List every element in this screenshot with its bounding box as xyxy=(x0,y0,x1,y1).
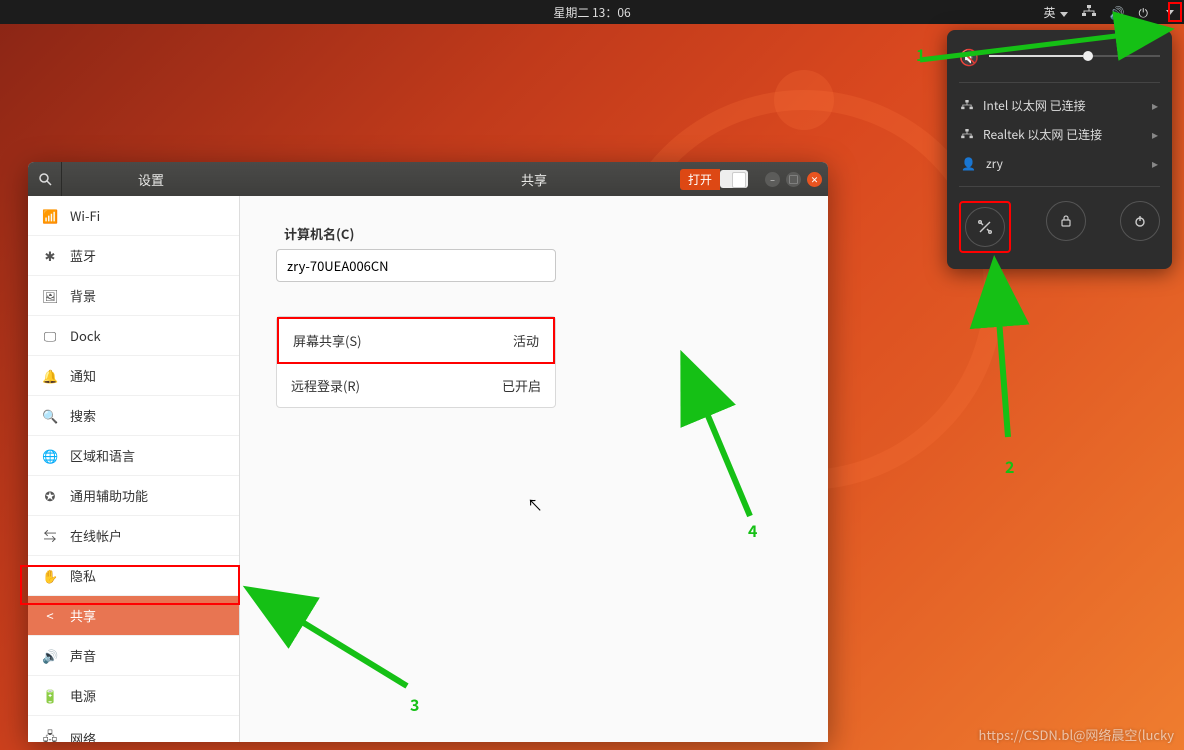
lock-button[interactable] xyxy=(1046,201,1086,241)
sidebar-item-label: 声音 xyxy=(70,646,96,665)
sidebar-item-icon: 🔍 xyxy=(42,406,58,425)
watermark: https://CSDN.bl@网络晨空(lucky xyxy=(979,725,1174,744)
sidebar-item-label: 在线帐户 xyxy=(70,526,122,545)
annotation-number-4: 4 xyxy=(748,518,757,542)
close-button[interactable]: ✕ xyxy=(807,172,822,187)
sidebar-item-label: 共享 xyxy=(70,606,96,625)
sidebar-item-13[interactable]: 🖧 网络 xyxy=(28,716,239,742)
sidebar-item-icon: ✋ xyxy=(42,566,58,585)
power-button[interactable] xyxy=(1120,201,1160,241)
sidebar-item-11[interactable]: 🔊 声音 xyxy=(28,636,239,676)
sidebar-title: 设置 xyxy=(62,170,240,189)
sidebar-item-3[interactable]: 🖵 Dock xyxy=(28,316,239,356)
sidebar-item-label: 通知 xyxy=(70,366,96,385)
sidebar-item-label: Wi-Fi xyxy=(70,206,100,225)
screen-sharing-row[interactable]: 屏幕共享(S) 活动 xyxy=(277,317,555,364)
option-status: 活动 xyxy=(513,331,539,350)
sidebar-item-label: 隐私 xyxy=(70,566,96,585)
sharing-toggle[interactable] xyxy=(720,170,748,188)
gnome-top-bar: 星期二 13：06 英 🔊 ⏻ xyxy=(0,0,1184,24)
sharing-options-list: 屏幕共享(S) 活动 远程登录(R) 已开启 xyxy=(276,316,556,408)
network-item-realtek[interactable]: Realtek 以太网 已连接 ▸ xyxy=(959,120,1160,149)
sidebar-item-icon: 🔔 xyxy=(42,366,58,385)
maximize-button[interactable]: ▢ xyxy=(786,172,801,187)
option-label: 远程登录(R) xyxy=(291,376,360,395)
computer-name-label: 计算机名(C) xyxy=(284,224,792,243)
sidebar-item-label: 电源 xyxy=(70,686,96,705)
window-titlebar[interactable]: 设置 共享 打开 – ▢ ✕ xyxy=(28,162,828,196)
sidebar-item-icon: ✪ xyxy=(42,486,58,505)
annotation-highlight-settings xyxy=(959,201,1011,253)
chevron-right-icon: ▸ xyxy=(1152,155,1158,172)
sidebar-item-8[interactable]: ⇆ 在线帐户 xyxy=(28,516,239,556)
network-label: Realtek 以太网 已连接 xyxy=(983,126,1102,143)
ime-indicator[interactable]: 英 xyxy=(1044,4,1068,21)
sidebar-item-icon: 📶 xyxy=(42,206,58,225)
sidebar-item-4[interactable]: 🔔 通知 xyxy=(28,356,239,396)
sharing-toggle-label: 打开 xyxy=(680,169,720,190)
volume-icon[interactable]: 🔊 xyxy=(1110,4,1125,21)
sidebar-item-6[interactable]: 🌐 区域和语言 xyxy=(28,436,239,476)
annotation-highlight-1 xyxy=(1168,2,1182,22)
option-label: 屏幕共享(S) xyxy=(293,331,362,350)
sidebar-item-icon: 🔋 xyxy=(42,686,58,705)
sidebar-item-label: Dock xyxy=(70,326,101,345)
settings-window: 设置 共享 打开 – ▢ ✕ 📶 Wi-Fi ✱ 蓝牙 🖼 背景 🖵 Dock 🔔 通知 🔍 搜索 🌐 区… xyxy=(28,162,828,742)
sidebar-item-label: 蓝牙 xyxy=(70,246,96,265)
sidebar-item-12[interactable]: 🔋 电源 xyxy=(28,676,239,716)
volume-mute-icon[interactable]: 🔇 xyxy=(959,44,979,68)
clock[interactable]: 星期二 13：06 xyxy=(553,4,630,21)
user-label: zry xyxy=(986,155,1003,172)
sidebar-item-icon: 🔊 xyxy=(42,646,58,665)
sidebar-item-9[interactable]: ✋ 隐私 xyxy=(28,556,239,596)
sidebar-item-icon: ✱ xyxy=(42,246,58,265)
settings-button[interactable] xyxy=(965,207,1005,247)
sidebar-item-5[interactable]: 🔍 搜索 xyxy=(28,396,239,436)
power-icon[interactable]: ⏻ xyxy=(1139,4,1149,21)
sidebar-item-1[interactable]: ✱ 蓝牙 xyxy=(28,236,239,276)
network-item-intel[interactable]: Intel 以太网 已连接 ▸ xyxy=(959,91,1160,120)
remote-login-row[interactable]: 远程登录(R) 已开启 xyxy=(277,364,555,407)
sidebar-item-icon: 🖧 xyxy=(42,726,58,742)
search-button[interactable] xyxy=(28,162,62,196)
user-item[interactable]: 👤 zry ▸ xyxy=(959,149,1160,178)
sidebar-item-label: 网络 xyxy=(70,729,96,743)
sidebar-item-icon: ⇆ xyxy=(42,526,58,545)
network-icon[interactable] xyxy=(1082,4,1096,21)
volume-slider[interactable] xyxy=(989,55,1160,57)
sidebar-item-label: 搜索 xyxy=(70,406,96,425)
sidebar-item-icon: 🖵 xyxy=(42,326,58,345)
sidebar-item-label: 通用辅助功能 xyxy=(70,486,148,505)
sidebar-item-2[interactable]: 🖼 背景 xyxy=(28,276,239,316)
chevron-right-icon: ▸ xyxy=(1152,126,1158,143)
minimize-button[interactable]: – xyxy=(765,172,780,187)
sidebar-item-icon: 🖼 xyxy=(42,286,58,305)
sidebar-item-icon: < xyxy=(42,606,58,625)
computer-name-input[interactable] xyxy=(276,249,556,282)
sidebar-item-7[interactable]: ✪ 通用辅助功能 xyxy=(28,476,239,516)
annotation-number-3: 3 xyxy=(410,692,419,716)
annotation-number-1: 1 xyxy=(916,42,925,66)
system-status-menu: 🔇 Intel 以太网 已连接 ▸ Realtek 以太网 已连接 ▸ 👤 zr… xyxy=(947,30,1172,269)
sidebar-item-icon: 🌐 xyxy=(42,446,58,465)
mouse-cursor-icon: ↖ xyxy=(527,492,543,516)
network-label: Intel 以太网 已连接 xyxy=(983,97,1086,114)
wired-network-icon xyxy=(961,97,973,114)
settings-content: 计算机名(C) 屏幕共享(S) 活动 远程登录(R) 已开启 xyxy=(240,196,828,742)
annotation-number-2: 2 xyxy=(1005,454,1014,478)
option-status: 已开启 xyxy=(502,376,541,395)
chevron-right-icon: ▸ xyxy=(1152,97,1158,114)
sidebar-item-label: 背景 xyxy=(70,286,96,305)
sidebar-item-label: 区域和语言 xyxy=(70,446,135,465)
wired-network-icon xyxy=(961,126,973,143)
user-icon: 👤 xyxy=(961,155,976,172)
sidebar-item-10[interactable]: < 共享 xyxy=(28,596,239,636)
sidebar-item-0[interactable]: 📶 Wi-Fi xyxy=(28,196,239,236)
settings-sidebar: 📶 Wi-Fi ✱ 蓝牙 🖼 背景 🖵 Dock 🔔 通知 🔍 搜索 🌐 区域和语言 ✪ 通用辅助功能 ⇆ 在线帐… xyxy=(28,196,240,742)
